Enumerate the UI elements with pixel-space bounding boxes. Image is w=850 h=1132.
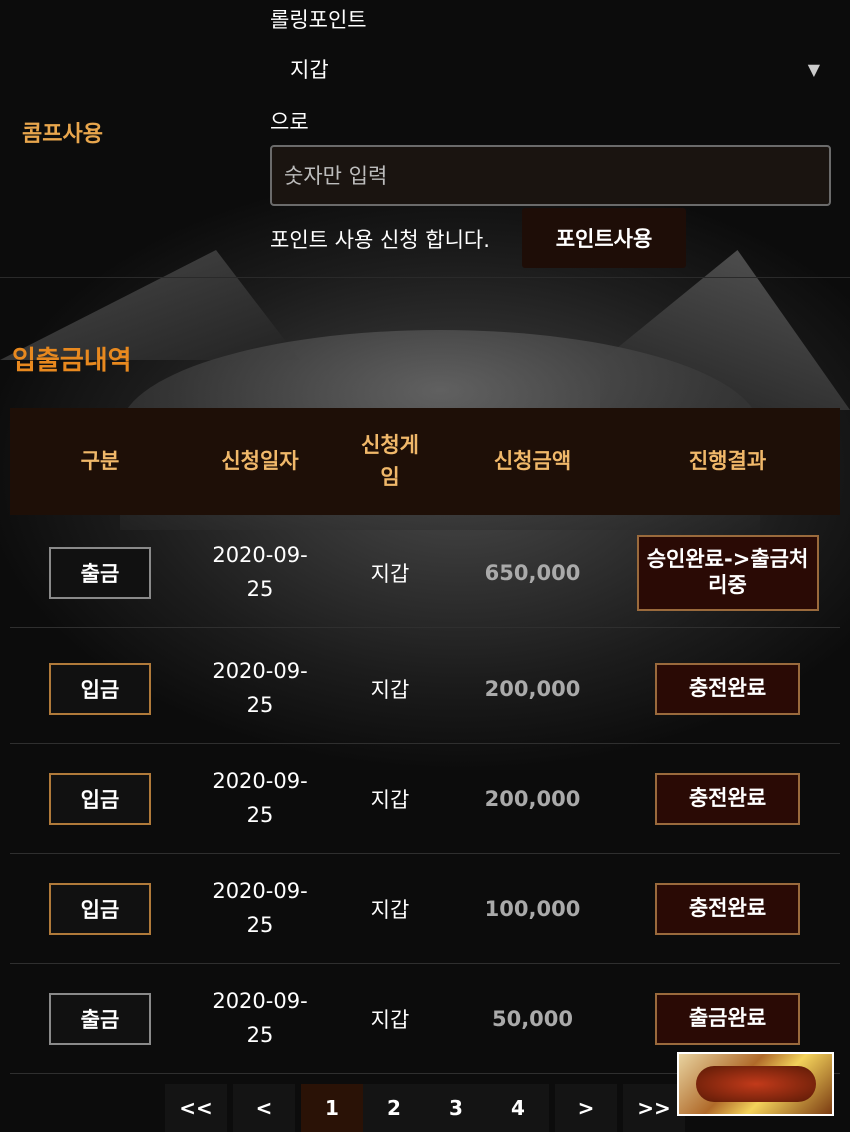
page-button-1[interactable]: 1 [301, 1084, 363, 1132]
header-game-label: 신청게임 [361, 433, 419, 489]
date-cell: 2020-09- 25 [212, 875, 307, 942]
type-badge: 출금 [49, 546, 151, 599]
date-line: 25 [246, 576, 274, 601]
rolling-point-label: 롤링포인트 [270, 8, 367, 32]
table-row: 입금 2020-09- 25 지갑 200,000 충전완료 [10, 634, 840, 744]
status-button[interactable]: 충전완료 [655, 662, 800, 715]
apply-text: 포인트 사용 신청 합니다. [270, 228, 490, 252]
history-title: 입출금내역 [12, 346, 132, 376]
header-amount: 신청금액 [493, 448, 572, 473]
header-status: 진행결과 [688, 448, 767, 473]
date-line: 2020-09- [212, 542, 308, 567]
status-button[interactable]: 승인완료->출금처리중 [636, 534, 819, 611]
table-row: 입금 2020-09- 25 지갑 200,000 충전완료 [10, 744, 840, 854]
game-cell: 지갑 [370, 561, 410, 586]
amount-cell: 650,000 [484, 560, 581, 585]
status-button[interactable]: 출금완료 [655, 992, 800, 1045]
use-point-button[interactable]: 포인트사용 [522, 208, 686, 268]
history-table-header: 구분 신청일자 신청게임 신청금액 진행결과 [10, 408, 840, 515]
date-line: 25 [246, 1022, 274, 1047]
wallet-select[interactable]: 지갑 ▼ [270, 48, 830, 90]
next-page-button[interactable]: > [555, 1084, 617, 1132]
date-cell: 2020-09- 25 [212, 985, 307, 1052]
amount-cell: 200,000 [484, 786, 581, 811]
header-type: 구분 [80, 448, 120, 473]
status-button[interactable]: 충전완료 [655, 772, 800, 825]
date-line: 2020-09- [212, 988, 308, 1013]
amount-cell: 50,000 [491, 1006, 574, 1031]
type-badge: 출금 [49, 992, 151, 1045]
first-page-button[interactable]: << [165, 1084, 227, 1132]
date-line: 25 [246, 692, 274, 717]
page-button-4[interactable]: 4 [487, 1084, 549, 1132]
type-badge: 입금 [49, 772, 151, 825]
header-date: 신청일자 [221, 448, 299, 473]
point-use-section: 콤프사용 롤링포인트 지갑 ▼ 으로 포인트 사용 신청 합니다. 포인트사용 [0, 0, 850, 278]
point-amount-input[interactable] [270, 145, 831, 206]
game-cell: 지갑 [370, 787, 410, 812]
table-row: 출금 2020-09- 25 지갑 650,000 승인완료->출금처리중 [10, 518, 840, 628]
prev-page-button[interactable]: < [233, 1084, 295, 1132]
date-line: 2020-09- [212, 658, 308, 683]
header-game: 신청게임 [330, 430, 450, 493]
table-row: 입금 2020-09- 25 지갑 100,000 충전완료 [10, 854, 840, 964]
amount-cell: 200,000 [484, 676, 581, 701]
amount-cell: 100,000 [484, 896, 581, 921]
wallet-select-value: 지갑 [290, 58, 329, 82]
brand-logo [677, 1052, 834, 1116]
status-button[interactable]: 충전완료 [655, 882, 800, 935]
comp-use-label: 콤프사용 [22, 122, 103, 147]
date-line: 25 [246, 912, 274, 937]
game-cell: 지갑 [370, 897, 410, 922]
date-cell: 2020-09- 25 [212, 539, 307, 606]
to-label: 으로 [270, 110, 309, 134]
date-line: 2020-09- [212, 878, 308, 903]
date-line: 25 [246, 802, 274, 827]
pagination: << < 1 2 3 4 > >> [165, 1084, 685, 1132]
type-badge: 입금 [49, 662, 151, 715]
date-cell: 2020-09- 25 [212, 765, 307, 832]
page-button-3[interactable]: 3 [425, 1084, 487, 1132]
page-button-2[interactable]: 2 [363, 1084, 425, 1132]
date-cell: 2020-09- 25 [212, 655, 307, 722]
type-badge: 입금 [49, 882, 151, 935]
last-page-button[interactable]: >> [623, 1084, 685, 1132]
game-cell: 지갑 [370, 1007, 410, 1032]
dropdown-arrow-icon: ▼ [807, 59, 820, 79]
logo-emblem [695, 1066, 816, 1102]
date-line: 2020-09- [212, 768, 308, 793]
game-cell: 지갑 [370, 677, 410, 702]
